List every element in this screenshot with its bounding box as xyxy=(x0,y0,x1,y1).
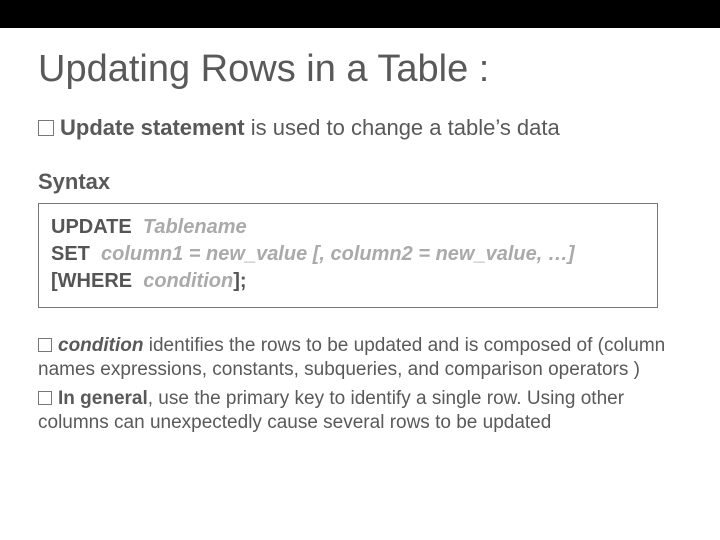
bullet-box-icon xyxy=(38,338,52,352)
intro-rest: is used to change a table’s data xyxy=(245,115,560,140)
slide-content: Updating Rows in a Table : Update statem… xyxy=(0,28,720,435)
list-item: In general, use the primary key to ident… xyxy=(38,387,678,436)
top-black-bar xyxy=(0,0,720,28)
it-condition: condition xyxy=(143,270,233,292)
kw-update: UPDATE xyxy=(51,216,143,238)
item-bold-italic: condition xyxy=(58,335,149,356)
kw-set: SET xyxy=(51,243,101,265)
it-columns: column1 = new_value [, column2 = new_val… xyxy=(101,243,575,265)
intro-line: Update statement is used to change a tab… xyxy=(38,115,690,141)
kw-where-close: ]; xyxy=(233,270,246,292)
bullet-box-icon xyxy=(38,391,52,405)
slide: Updating Rows in a Table : Update statem… xyxy=(0,0,720,540)
syntax-box: UPDATE Tablename SET column1 = new_value… xyxy=(38,203,658,308)
kw-where-open: [WHERE xyxy=(51,270,143,292)
list-item: condition identifies the rows to be upda… xyxy=(38,334,678,383)
syntax-line-2: SET column1 = new_value [, column2 = new… xyxy=(51,241,645,268)
item-bold: In general xyxy=(58,388,148,409)
body-list: condition identifies the rows to be upda… xyxy=(38,334,678,435)
syntax-label: Syntax xyxy=(38,169,690,195)
bullet-box-icon xyxy=(38,120,54,136)
syntax-line-1: UPDATE Tablename xyxy=(51,214,645,241)
intro-bold: Update statement xyxy=(60,115,245,140)
syntax-line-3: [WHERE condition]; xyxy=(51,268,645,295)
it-tablename: Tablename xyxy=(143,216,247,238)
slide-title: Updating Rows in a Table : xyxy=(38,48,690,91)
